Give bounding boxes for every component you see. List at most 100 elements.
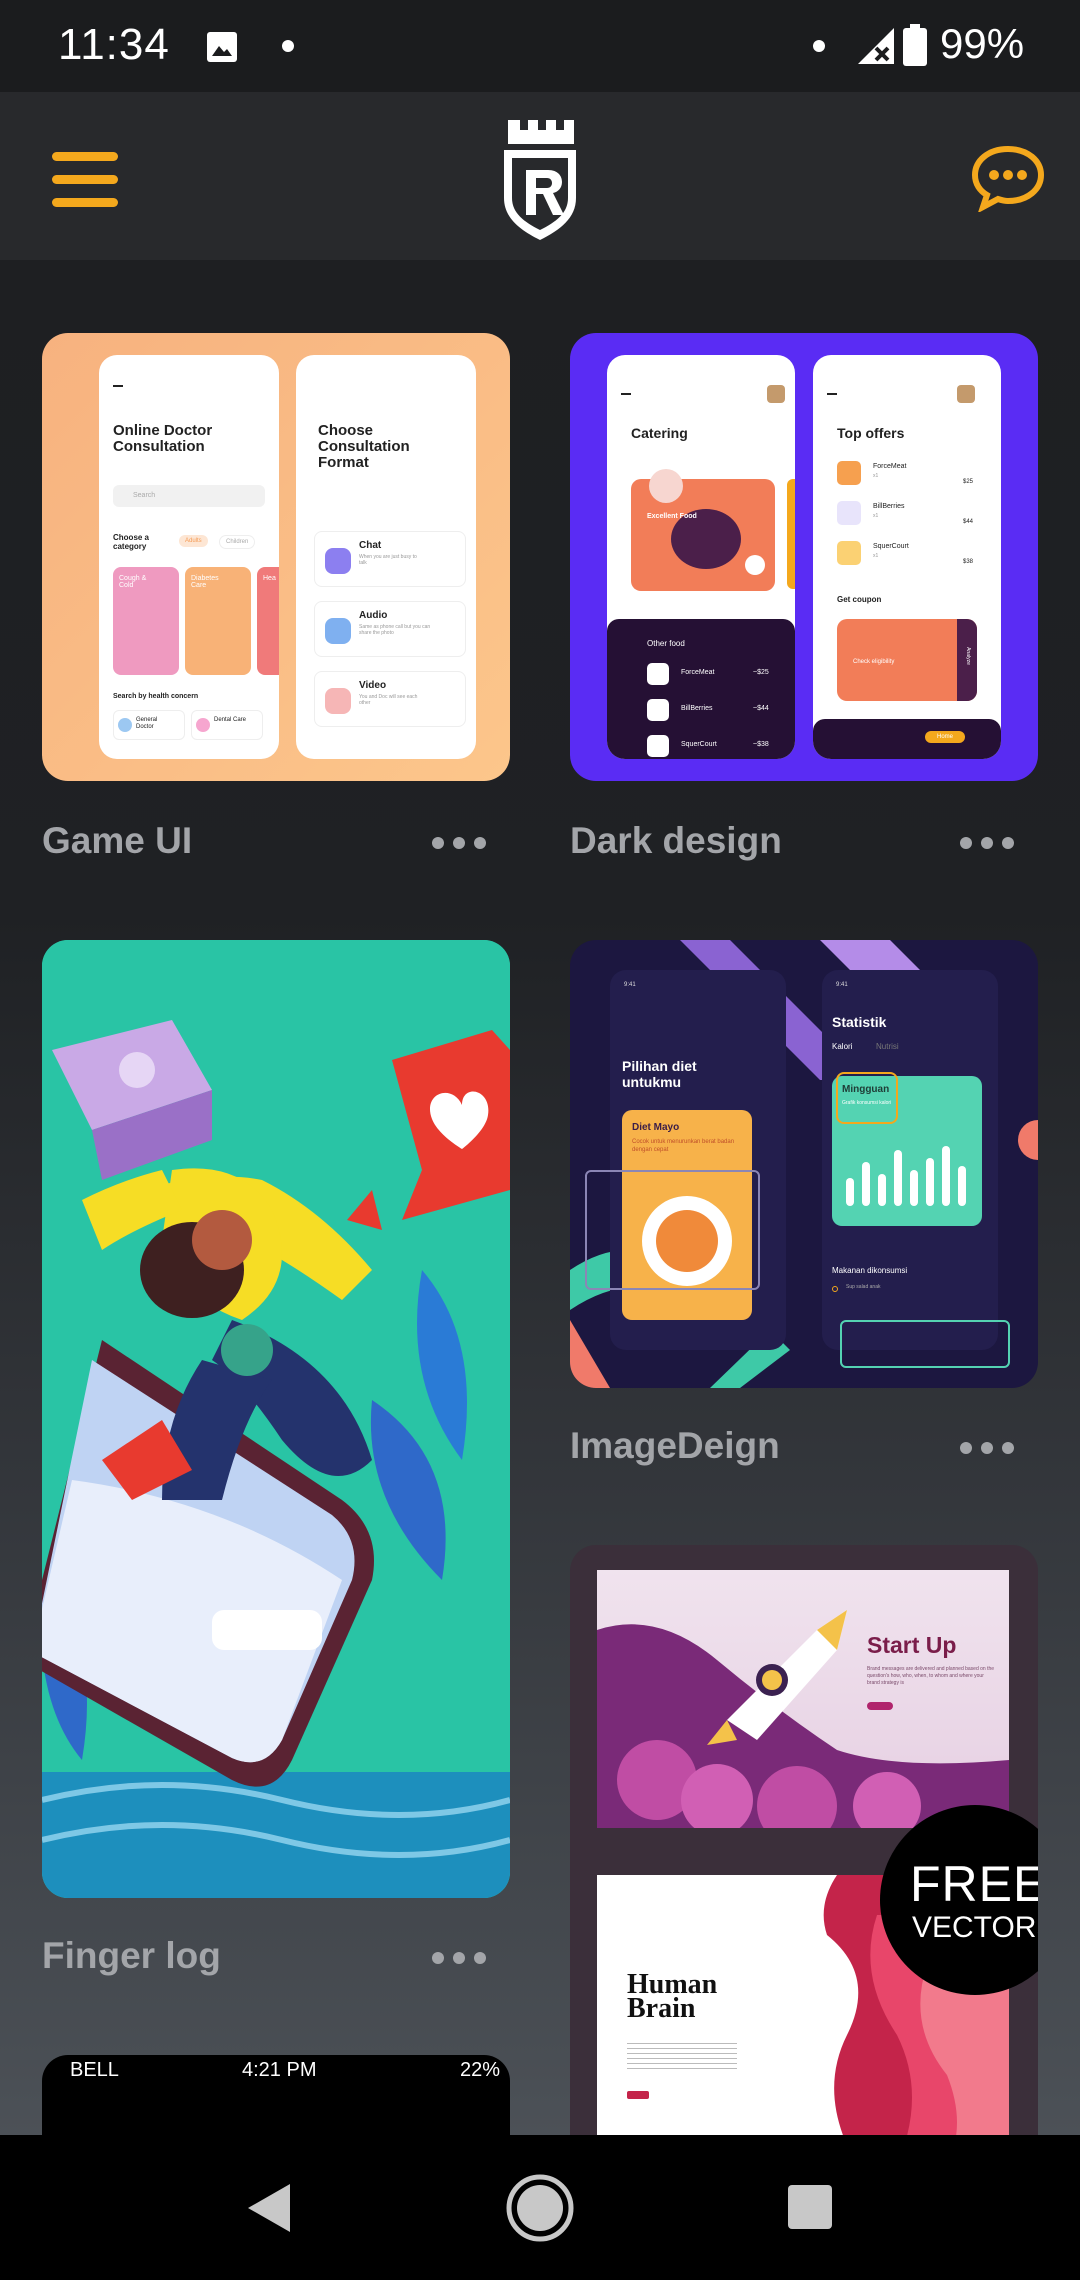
battery-icon <box>903 24 927 66</box>
preview-offer-1-price: $25 <box>963 479 974 485</box>
preview-search-placeholder: Search <box>133 492 156 499</box>
card-caption-finger-log: Finger log <box>42 1935 221 1976</box>
hamburger-icon[interactable] <box>52 152 118 208</box>
preview-diet-time: 9:41 <box>624 982 636 988</box>
preview-diet-card-title: Diet Mayo <box>632 1122 680 1133</box>
preview-food-row-1 <box>647 663 669 685</box>
preview-option-audio-sub: Same as phone call but you can share the… <box>359 624 431 636</box>
card-finger-log[interactable] <box>42 940 510 1898</box>
preview-phone-offers: Top offers ForceMeat x1 $25 BillBerries … <box>813 355 1001 759</box>
status-dot-icon <box>813 40 825 52</box>
card-caption-dark-design: Dark design <box>570 820 782 861</box>
preview-choose-category: Choose a category <box>113 533 150 551</box>
stats-bar <box>926 1158 934 1206</box>
card-start-up[interactable]: Start Up Brand messages are delivered an… <box>570 1545 1038 2135</box>
preview-food-row-2 <box>647 699 669 721</box>
home-icon[interactable] <box>505 2173 575 2243</box>
gallery-grid[interactable]: Online Doctor Consultation Search Choose… <box>0 260 1080 2135</box>
more-options-icon[interactable] <box>960 1440 1014 1456</box>
preview-offer-icon-3 <box>837 541 861 565</box>
preview-offer-3-name: SquerCourt <box>873 543 909 550</box>
more-options-icon[interactable] <box>960 835 1014 851</box>
stats-bar <box>894 1150 902 1206</box>
system-navigation-bar <box>0 2135 1080 2280</box>
preview-pill-adults: Adults <box>179 535 208 547</box>
preview-nav-home: Home <box>925 731 966 743</box>
preview-avatar-2 <box>957 385 975 403</box>
preview-food-3-price: ~$38 <box>753 741 769 748</box>
card-ios-screenshot[interactable]: BELL 4:21 PM 22% <box>42 2055 510 2135</box>
preview-brain-button <box>627 2091 649 2099</box>
preview-option-chat-sub: When you are just busy to talk <box>359 554 417 566</box>
preview-title-2: Choose Consultation Format <box>318 422 410 471</box>
image-notification-icon <box>207 32 237 62</box>
preview-startup-body: Brand messages are delivered and planned… <box>867 1666 995 1686</box>
preview-concern-2: Dental Care <box>191 710 263 740</box>
preview-ios-time: 4:21 PM <box>242 2059 317 2081</box>
preview-stats-frame-2 <box>840 1320 1010 1368</box>
preview-catering-title: Catering <box>631 425 688 441</box>
preview-tile-heart <box>257 567 279 675</box>
preview-brain-text <box>627 2043 737 2069</box>
card-game-ui[interactable]: Online Doctor Consultation Search Choose… <box>42 333 510 781</box>
vectors-badge-text: VECTORS <box>912 1911 1038 1944</box>
castle-shield-logo <box>504 120 576 240</box>
rocket-illustration <box>597 1610 1009 1828</box>
recents-icon[interactable] <box>786 2183 834 2231</box>
preview-startup-button <box>867 1702 893 1710</box>
preview-offer-3-qty: x1 <box>873 553 879 559</box>
preview-option-chat: Chat When you are just busy to talk <box>314 531 466 587</box>
preview-option-video-sub: You and Doc will see each other <box>359 694 418 706</box>
app-header <box>0 92 1080 260</box>
preview-offer-1-qty: x1 <box>873 473 879 479</box>
preview-ios-battery: 22% <box>460 2059 501 2081</box>
preview-diet-card-sub: Cocok untuk menurunkan berat badan denga… <box>632 1139 735 1153</box>
preview-pill-children: Children <box>219 535 256 549</box>
preview-peek-card <box>787 479 795 589</box>
preview-offer-icon-2 <box>837 501 861 525</box>
preview-search-by: Search by health concern <box>113 693 199 700</box>
preview-phone-stats: 9:41 Statistik Kalori Nutrisi Mingguan G… <box>822 970 998 1350</box>
preview-startup-page: Start Up Brand messages are delivered an… <box>597 1570 1009 1828</box>
preview-other-food-panel <box>607 619 795 759</box>
preview-food-1-price: ~$25 <box>753 669 769 676</box>
signal-off-icon <box>858 28 894 64</box>
preview-concern-1-label: General Doctor <box>136 717 158 730</box>
preview-food-3-name: SquerCourt <box>681 741 717 748</box>
preview-offers-title: Top offers <box>837 425 905 441</box>
status-time: 11:34 <box>58 20 170 69</box>
preview-featured-label: Excellent Food <box>647 513 697 520</box>
preview-other-food-title: Other food <box>647 639 685 648</box>
illustration-woman-phone <box>42 940 510 1898</box>
preview-offer-1-name: ForceMeat <box>873 463 907 470</box>
preview-concern-1: General Doctor <box>113 710 185 740</box>
preview-offer-2-price: $44 <box>963 519 974 525</box>
preview-phone-1: Online Doctor Consultation Search Choose… <box>99 355 279 759</box>
more-options-icon[interactable] <box>432 835 486 851</box>
chat-bubble-icon[interactable] <box>970 144 1046 212</box>
stats-bar <box>862 1162 870 1206</box>
preview-diet-title: Pilihan diet untukmu <box>622 1058 697 1090</box>
more-options-icon[interactable] <box>432 1950 486 1966</box>
notification-dot-icon <box>282 40 294 52</box>
preview-brain-title: Human Brain <box>627 1969 718 2024</box>
preview-food-1-name: ForceMeat <box>681 669 715 676</box>
preview-option-audio: Audio Same as phone call but you can sha… <box>314 601 466 657</box>
stats-bar <box>958 1166 966 1206</box>
back-icon[interactable] <box>240 2178 300 2238</box>
preview-concern-2-label: Dental Care <box>214 717 247 723</box>
preview-offer-3-price: $38 <box>963 559 974 565</box>
preview-option-video-title: Video <box>359 680 387 691</box>
preview-food-2-price: ~$44 <box>753 705 769 712</box>
card-imagedeign[interactable]: 9:41 Pilihan diet untukmu Diet Mayo Coco… <box>570 940 1038 1388</box>
preview-offer-2-qty: x1 <box>873 513 879 519</box>
stats-bar <box>878 1174 886 1206</box>
preview-stats-item: Sup salad anak <box>846 1284 881 1290</box>
stats-bar <box>910 1170 918 1206</box>
preview-tile-cough-label: Cough & Cold <box>119 575 147 589</box>
battery-percent: 99% <box>940 20 1025 67</box>
preview-startup-title: Start Up <box>867 1632 957 1658</box>
card-dark-design[interactable]: Catering Excellent Food Other food Force… <box>570 333 1038 781</box>
preview-stats-time: 9:41 <box>836 982 848 988</box>
preview-stats-tab-2: Nutrisi <box>876 1042 899 1051</box>
